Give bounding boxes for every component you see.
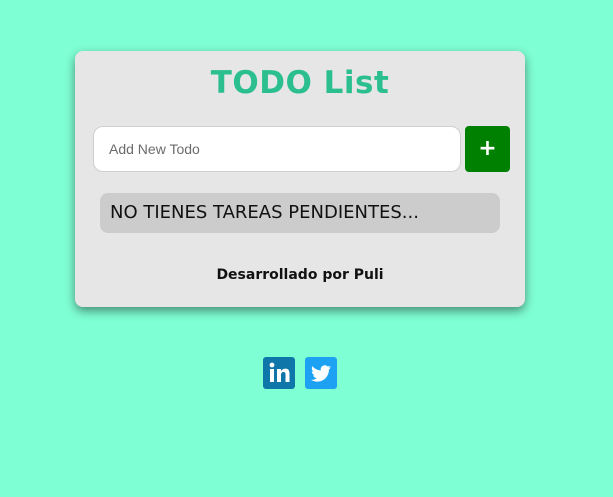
todo-card: TODO List + NO TIENES TAREAS PENDIENTES.… <box>75 51 525 307</box>
twitter-icon <box>311 365 331 382</box>
add-todo-button[interactable]: + <box>465 126 510 172</box>
linkedin-link[interactable] <box>263 357 295 389</box>
social-links <box>263 357 343 389</box>
twitter-link[interactable] <box>305 357 337 389</box>
footer-credit: Desarrollado por Puli <box>216 267 384 283</box>
app-title: TODO List <box>210 65 390 101</box>
new-todo-input[interactable] <box>93 126 461 172</box>
linkedin-icon <box>269 362 290 382</box>
empty-todos-message: NO TIENES TAREAS PENDIENTES... <box>100 193 500 233</box>
